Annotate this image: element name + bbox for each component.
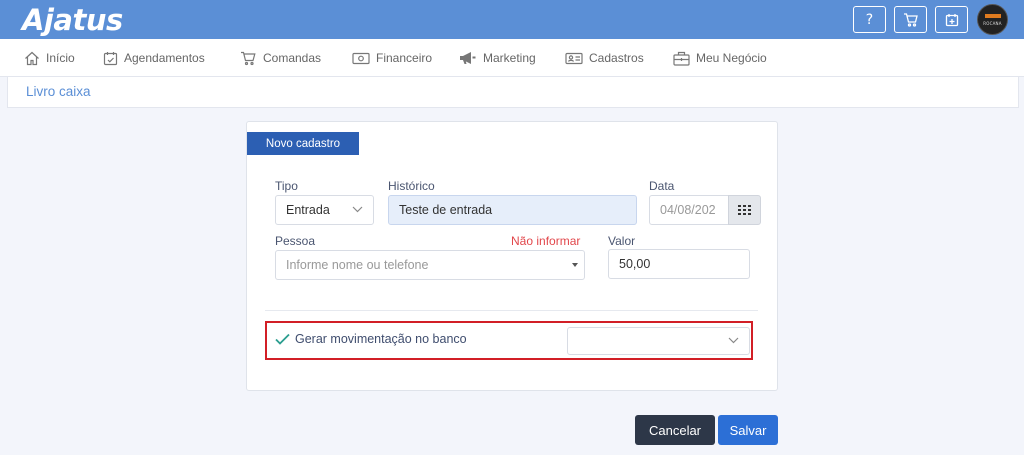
user-avatar[interactable]: ROCANA [977,4,1008,35]
page-header: Livro caixa [7,77,1019,108]
nav-label: Meu Negócio [696,51,767,65]
nav-label: Agendamentos [124,51,205,65]
id-card-icon [565,52,583,64]
app-logo[interactable]: Ajatus [22,3,123,37]
nav-label: Início [46,51,75,65]
pessoa-label: Pessoa [275,234,316,248]
data-value: 04/08/202 [660,203,716,217]
save-button[interactable]: Salvar [718,415,778,445]
avatar-logo-bar [984,13,1001,18]
nav-item-meu-negocio[interactable]: Meu Negócio [673,39,767,77]
bank-movement-checkbox[interactable]: Gerar movimentação no banco [275,332,467,346]
briefcase-icon [673,51,690,66]
nav-label: Comandas [263,51,322,65]
data-label: Data [649,179,675,193]
nav-item-inicio[interactable]: Início [24,39,75,77]
chevron-down-icon [352,206,363,213]
tab-novo-cadastro[interactable]: Novo cadastro [247,132,359,155]
bank-select[interactable] [567,327,750,355]
tipo-value: Entrada [286,203,330,217]
nav-item-agendamentos[interactable]: Agendamentos [103,39,205,77]
historico-label: Histórico [388,179,435,193]
data-input[interactable]: 04/08/202 [649,195,729,225]
home-icon [25,51,39,65]
cart-icon [241,51,256,65]
valor-label: Valor [608,234,636,248]
cart-icon [903,12,918,27]
bank-movement-label: Gerar movimentação no banco [295,332,467,346]
tipo-select[interactable]: Entrada [275,195,374,225]
cart-button[interactable] [894,6,927,33]
caret-down-icon [572,263,578,267]
nav-item-marketing[interactable]: Marketing [459,39,536,77]
nav-item-comandas[interactable]: Comandas [240,39,321,77]
top-bar: Ajatus ? ROCANA [0,0,1024,39]
calendar-icon [103,51,118,65]
valor-value: 50,00 [619,257,651,271]
nav-item-financeiro[interactable]: Financeiro [352,39,432,77]
add-appointment-button[interactable] [935,6,968,33]
bank-movement-row: Gerar movimentação no banco [265,321,753,360]
nav-item-cadastros[interactable]: Cadastros [565,39,644,77]
main-nav: Início Agendamentos Comandas Financeiro … [0,39,1024,77]
cancel-button[interactable]: Cancelar [635,415,715,445]
tipo-label: Tipo [275,179,298,193]
money-icon [352,52,370,64]
page-title: Livro caixa [26,84,91,99]
nao-informar-link[interactable]: Não informar [511,234,580,248]
divider [265,310,758,311]
pessoa-select[interactable]: Informe nome ou telefone [275,250,585,280]
historico-input[interactable]: Teste de entrada [388,195,637,225]
avatar-text: ROCANA [983,20,1002,26]
nav-label: Cadastros [589,51,644,65]
pessoa-placeholder: Informe nome ou telefone [286,258,429,272]
help-button[interactable]: ? [853,6,886,33]
calendar-add-icon [945,13,958,26]
form-card: Novo cadastro Tipo Entrada Histórico Tes… [246,121,778,391]
nav-label: Marketing [483,51,536,65]
date-picker-button[interactable] [728,195,761,225]
calendar-grid-icon [738,205,751,215]
chevron-down-icon [728,337,739,344]
historico-value: Teste de entrada [399,203,493,217]
check-icon [275,333,290,345]
help-icon: ? [865,11,874,28]
nav-label: Financeiro [376,51,433,65]
valor-input[interactable]: 50,00 [608,249,750,279]
megaphone-icon [460,52,476,64]
